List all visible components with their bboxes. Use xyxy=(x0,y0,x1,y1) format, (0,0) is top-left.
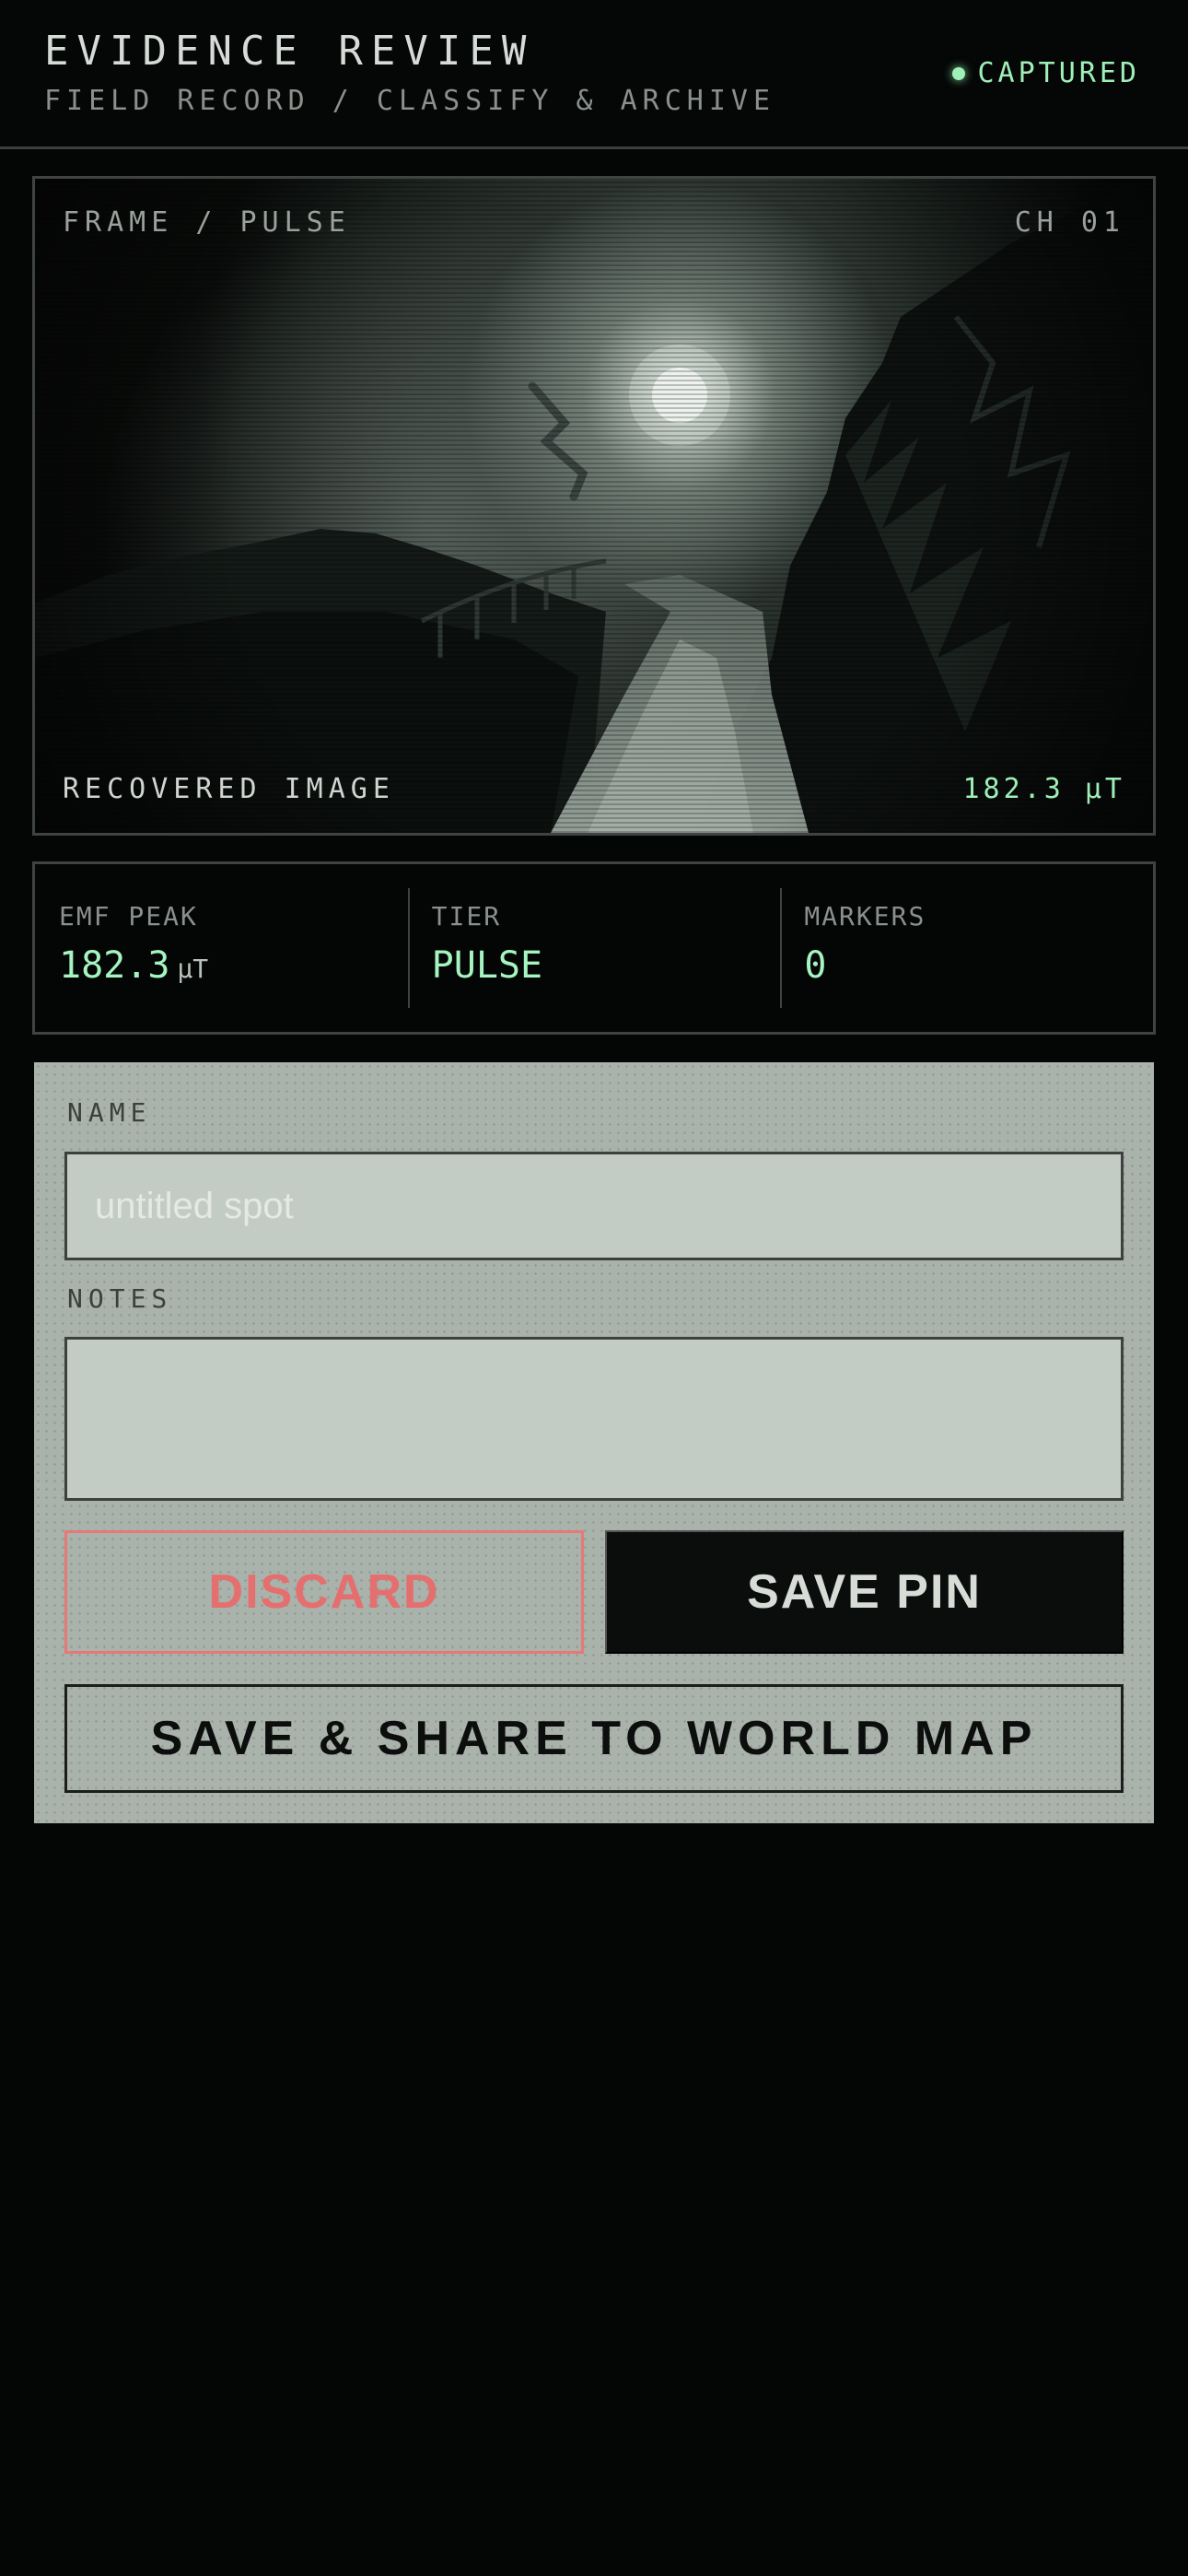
name-label: NAME xyxy=(67,1097,152,1128)
discard-button[interactable]: DISCARD xyxy=(64,1530,584,1654)
notes-textarea[interactable] xyxy=(64,1337,1124,1501)
stat-label: TIER xyxy=(431,901,502,931)
stat-unit: μT xyxy=(177,954,209,984)
recovered-image xyxy=(35,179,1153,833)
page-title: EVIDENCE REVIEW xyxy=(44,28,535,75)
stat-markers: MARKERS 0 xyxy=(780,864,1153,1032)
stat-value: 0 xyxy=(804,944,827,987)
frame-emf-reading: 182.3 μT xyxy=(962,773,1125,805)
recovered-image-label: RECOVERED IMAGE xyxy=(63,773,395,805)
header: EVIDENCE REVIEW FIELD RECORD / CLASSIFY … xyxy=(0,0,1188,149)
save-share-world-map-button[interactable]: SAVE & SHARE TO WORLD MAP xyxy=(64,1684,1124,1793)
classify-form: NAME NOTES DISCARD SAVE PIN SAVE & SHARE… xyxy=(34,1062,1154,1823)
status-badge: CAPTURED xyxy=(951,57,1141,89)
name-input[interactable] xyxy=(64,1152,1124,1260)
status-dot-icon xyxy=(951,66,965,80)
status-text: CAPTURED xyxy=(977,57,1140,89)
channel-label: CH 01 xyxy=(1014,206,1125,239)
stat-label: EMF PEAK xyxy=(59,901,198,931)
stat-value: PULSE xyxy=(431,944,543,987)
stat-label: MARKERS xyxy=(804,901,926,931)
stat-tier: TIER PULSE xyxy=(407,864,781,1032)
page-subtitle: FIELD RECORD / CLASSIFY & ARCHIVE xyxy=(44,85,776,117)
notes-label: NOTES xyxy=(67,1283,173,1314)
frame-tier-label: FRAME / PULSE xyxy=(63,206,351,239)
stat-value: 182.3 μT xyxy=(59,944,209,987)
stats-bar: EMF PEAK 182.3 μT TIER PULSE MARKERS 0 xyxy=(32,861,1156,1035)
stat-emf-peak: EMF PEAK 182.3 μT xyxy=(35,864,408,1032)
evidence-frame: FRAME / PULSE CH 01 RECOVERED IMAGE 182.… xyxy=(32,176,1156,836)
save-pin-button[interactable]: SAVE PIN xyxy=(605,1530,1124,1654)
